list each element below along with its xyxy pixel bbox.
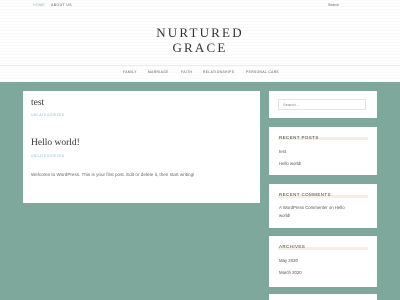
top-link-about-us[interactable]: About Us [51,3,72,7]
nav-item-faith[interactable]: Faith [181,70,192,74]
archive-link[interactable]: March 2020 [279,270,302,275]
post-category-test[interactable]: Uncategorized [31,113,65,117]
top-bar: Home About Us [0,0,400,10]
comment-author-link[interactable]: A WordPress Commenter [279,205,328,210]
post-excerpt: Welcome to WordPress. This is your first… [31,172,195,177]
site-title-line1[interactable]: NURTURED [0,25,400,40]
nav-item-relationships[interactable]: Relationships [203,70,234,74]
nav-item-personal-care[interactable]: Personal Care [246,70,279,74]
nav-item-marriage[interactable]: Marriage [148,70,169,74]
archives-title: Archives [279,244,306,249]
site-title-line2[interactable]: GRACE [0,40,400,55]
comment-post-link[interactable]: Hello [335,205,345,210]
comment-on-text: on [328,205,334,210]
post-category-hello-world[interactable]: Uncategorized [31,154,65,158]
recent-comment-line1: A WordPress Commenter on Hello [279,205,345,210]
top-search-input[interactable] [328,1,372,9]
site-header: Home About Us NURTURED GRACE Family Marr… [0,0,400,82]
recent-post-link[interactable]: Hello world! [279,161,301,166]
top-link-home[interactable]: Home [33,3,45,7]
nav-divider [0,65,400,66]
main-nav: Family Marriage Faith Relationships Pers… [0,70,400,78]
recent-comments-title: Recent Comments [279,192,331,197]
next-widget [269,294,377,300]
recent-posts-title: Recent Posts [279,135,319,140]
archive-link[interactable]: May 2020 [279,258,298,263]
post-title-hello-world[interactable]: Hello world! [31,138,80,149]
sidebar-search-input[interactable] [278,99,366,110]
recent-post-link[interactable]: test [279,149,286,154]
comment-post-link-cont[interactable]: world! [279,213,290,218]
post-title-test[interactable]: test [31,98,44,109]
nav-item-family[interactable]: Family [123,70,137,74]
